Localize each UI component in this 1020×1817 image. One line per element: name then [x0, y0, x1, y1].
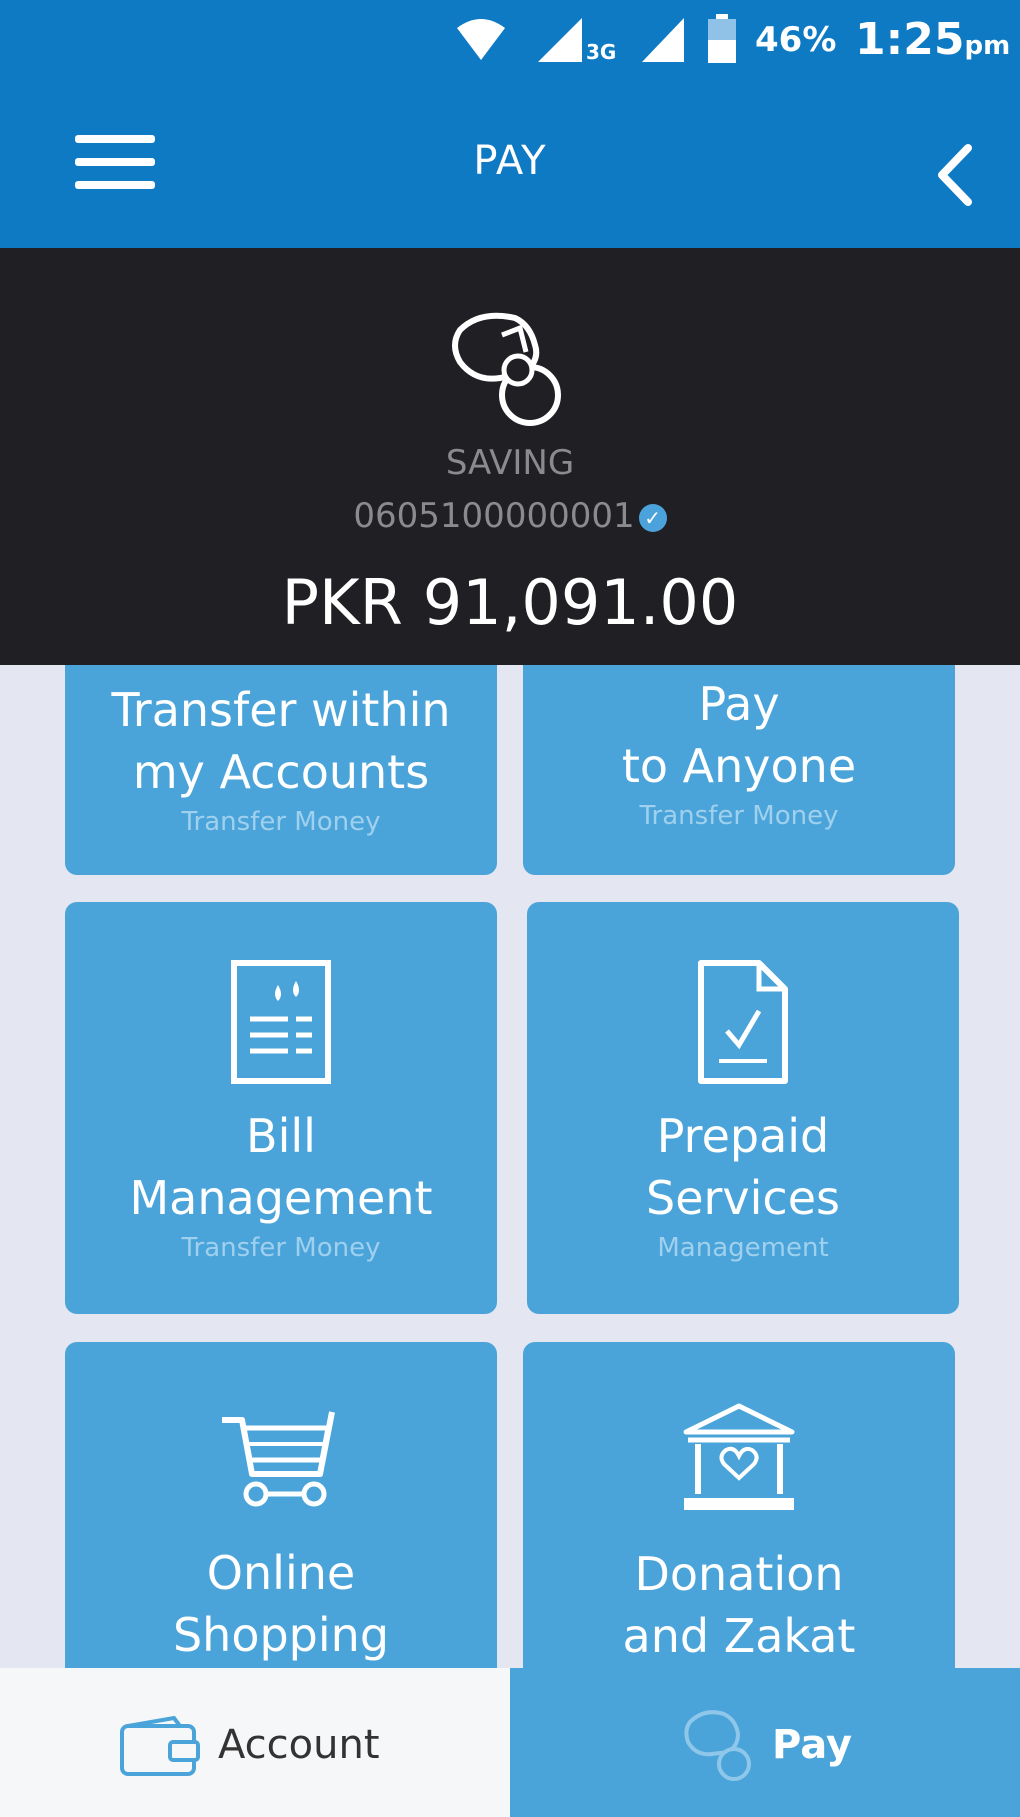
tile-transfer-within-accounts[interactable]: Transfer within my Accounts Transfer Mon…	[65, 665, 497, 875]
tile-bill-management[interactable]: Bill Management Transfer Money	[65, 902, 497, 1314]
hand-coin-icon	[452, 312, 561, 426]
tile-subtitle: Management	[657, 1233, 829, 1263]
pay-hand-icon	[684, 1710, 751, 1781]
tile-prepaid-services[interactable]: Prepaid Services Management	[527, 902, 959, 1314]
currency: PKR	[281, 566, 403, 639]
tile-subtitle: Transfer Money	[181, 1233, 381, 1263]
wallet-icon	[120, 1716, 200, 1776]
battery-icon	[708, 14, 736, 63]
nav-account-label: Account	[218, 1722, 380, 1768]
balance-amount: 91,091.00	[422, 566, 739, 639]
verified-check-icon: ✓	[638, 503, 667, 532]
network-type: 3G	[586, 40, 617, 64]
tile-subtitle: Transfer Money	[639, 801, 839, 831]
nav-pay-label: Pay	[772, 1722, 853, 1768]
prepaid-document-icon	[698, 960, 788, 1084]
wifi-icon	[457, 19, 505, 60]
tile-subtitle: Transfer Money	[181, 807, 381, 837]
account-balance: PKR 91,091.00	[0, 566, 1020, 639]
battery-percent: 46%	[755, 20, 837, 60]
account-number: 0605100000001 ✓	[0, 496, 1020, 536]
signal-icon-2	[642, 18, 684, 62]
bottom-nav: Account Pay	[0, 1668, 1020, 1817]
tile-pay-to-anyone[interactable]: Pay to Anyone Transfer Money	[523, 665, 955, 875]
status-bar: 3G 46% 1:25pm	[0, 0, 1020, 90]
account-type: SAVING	[445, 443, 575, 483]
nav-pay[interactable]: Pay	[510, 1668, 1020, 1817]
tile-donation-zakat[interactable]: Donation and Zakat	[523, 1342, 955, 1668]
nav-account[interactable]: Account	[0, 1668, 510, 1817]
shopping-cart-icon	[222, 1411, 335, 1507]
bill-icon	[231, 960, 331, 1084]
signal-icon	[538, 18, 582, 62]
pay-options-grid: Transfer within my Accounts Transfer Mon…	[0, 665, 1020, 1668]
page-title: PAY	[473, 138, 547, 184]
app-header: PAY	[0, 90, 1020, 248]
donation-building-icon	[683, 1403, 795, 1510]
back-arrow-icon[interactable]	[930, 140, 980, 210]
clock: 1:25pm	[855, 14, 1011, 65]
tile-online-shopping[interactable]: Online Shopping	[65, 1342, 497, 1668]
account-panel[interactable]: SAVING 0605100000001 ✓ PKR 91,091.00	[0, 248, 1020, 665]
